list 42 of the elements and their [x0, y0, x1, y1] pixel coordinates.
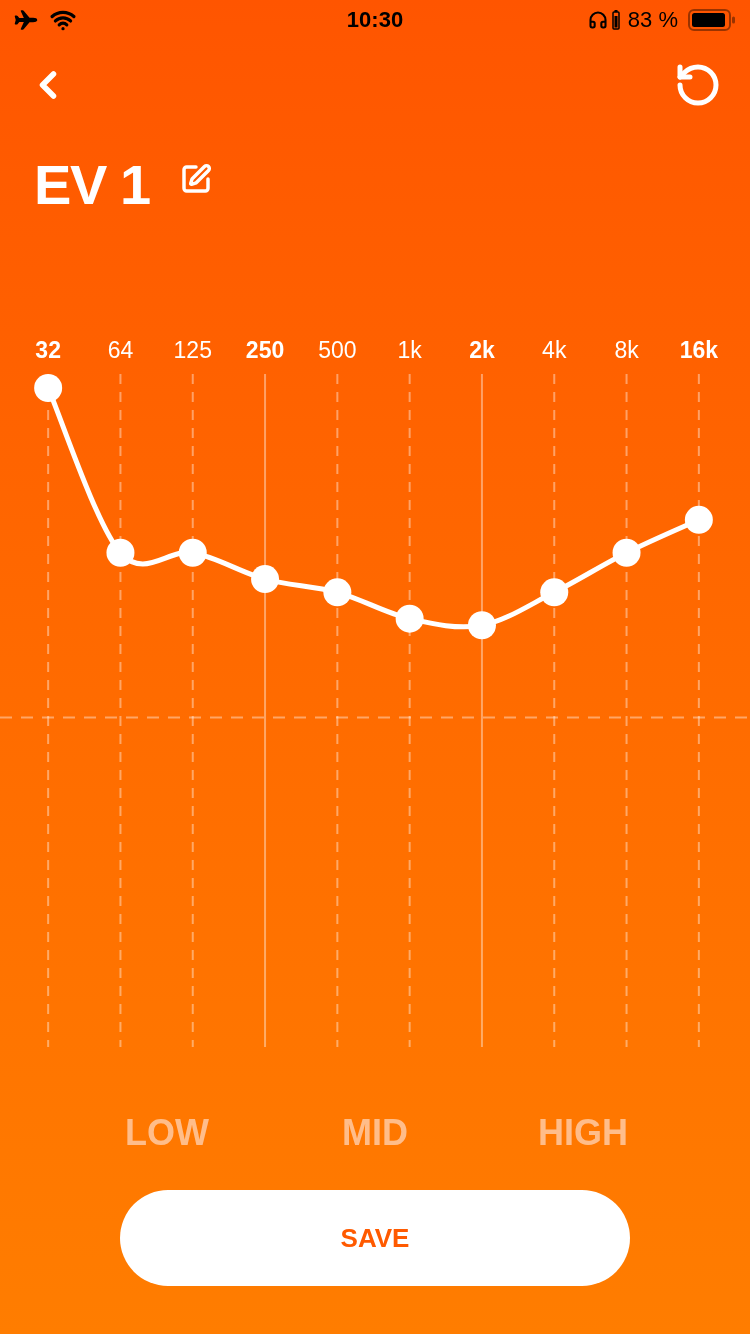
- save-button[interactable]: SAVE: [120, 1190, 630, 1286]
- frequency-label: 250: [245, 338, 285, 362]
- band-slider-handle[interactable]: [395, 604, 424, 633]
- band-slider-handle[interactable]: [106, 538, 135, 567]
- band-slider-track[interactable]: [34, 373, 63, 1048]
- preset-title: EV 1: [34, 157, 150, 213]
- battery-icon: [688, 9, 736, 31]
- band-slider-handle[interactable]: [540, 578, 569, 607]
- band-slider-track[interactable]: [467, 373, 496, 1048]
- frequency-label: 8k: [614, 338, 639, 362]
- range-label: LOW: [125, 1115, 209, 1151]
- band-slider-track[interactable]: [684, 373, 713, 1048]
- band-slider-track[interactable]: [106, 373, 135, 1048]
- band-slider-handle[interactable]: [34, 374, 63, 402]
- band-slider-handle[interactable]: [178, 538, 207, 567]
- frequency-label: 64: [107, 338, 134, 362]
- frequency-label: 16k: [679, 338, 719, 362]
- headphones-icon: [587, 10, 608, 30]
- battery-percent: 83 %: [627, 9, 678, 31]
- airplane-icon: [14, 8, 38, 32]
- frequency-label: 2k: [469, 338, 495, 362]
- frequency-label: 500: [318, 338, 357, 362]
- charge-battery-icon: [611, 10, 620, 30]
- band-slider-handle[interactable]: [467, 611, 496, 640]
- band-slider-track[interactable]: [540, 373, 569, 1048]
- band-slider-handle[interactable]: [251, 565, 280, 594]
- frequency-label: 125: [173, 338, 212, 362]
- band-slider-track[interactable]: [612, 373, 641, 1048]
- band-slider-handle[interactable]: [684, 505, 713, 534]
- frequency-label: 1k: [397, 338, 422, 362]
- range-label: HIGH: [538, 1115, 628, 1151]
- band-slider-track[interactable]: [251, 373, 280, 1048]
- band-slider-track[interactable]: [323, 373, 352, 1048]
- status-time: 10:30: [346, 9, 404, 31]
- band-slider-track[interactable]: [178, 373, 207, 1048]
- band-slider-handle[interactable]: [323, 578, 352, 607]
- frequency-label: 4k: [542, 338, 567, 362]
- range-label: MID: [342, 1115, 408, 1151]
- band-slider-track[interactable]: [395, 373, 424, 1048]
- frequency-label: 32: [35, 338, 61, 362]
- band-slider-handle[interactable]: [612, 538, 641, 567]
- edit-icon[interactable]: [179, 163, 212, 195]
